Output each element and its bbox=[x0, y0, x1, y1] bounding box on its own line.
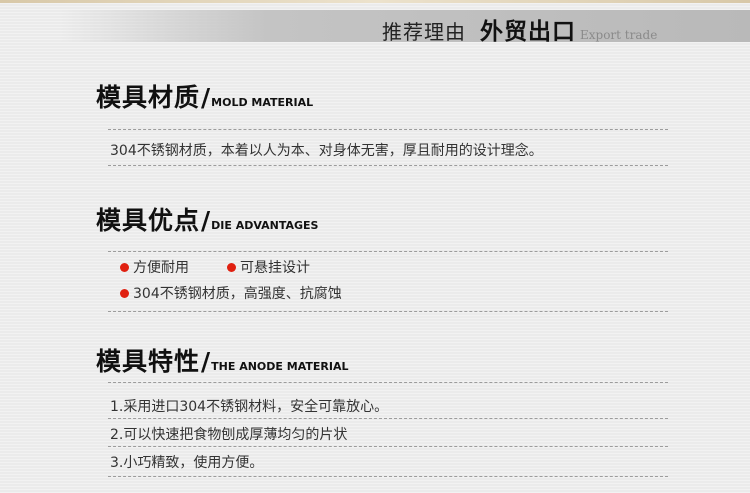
bullet-dot-icon bbox=[120, 288, 129, 298]
text-line: 3.小巧精致，使用方便。 bbox=[110, 455, 264, 471]
bullet-row: 304不锈钢材质，高强度、抗腐蚀 bbox=[120, 283, 342, 303]
section-title: 模具特性 bbox=[96, 347, 201, 376]
divider bbox=[108, 311, 668, 312]
header-banner: 推荐理由 外贸出口 Export trade bbox=[60, 10, 750, 45]
bullet-item: 可悬挂设计 bbox=[240, 260, 310, 276]
section-title: 模具优点 bbox=[96, 206, 201, 235]
divider bbox=[108, 446, 668, 447]
banner-subtitle: 推荐理由 bbox=[382, 20, 466, 44]
section-heading: 模具材质 / MOLD MATERIAL bbox=[96, 78, 668, 114]
section-title-en: THE ANODE MATERIAL bbox=[211, 360, 349, 373]
top-accent-line bbox=[0, 0, 750, 3]
text-line: 1.采用进口304不锈钢材料，安全可靠放心。 bbox=[110, 399, 389, 415]
text-line: 2.可以快速把食物刨成厚薄均匀的片状 bbox=[110, 427, 348, 443]
heading-slash: / bbox=[201, 347, 211, 376]
divider bbox=[108, 129, 668, 130]
divider bbox=[108, 476, 668, 477]
divider bbox=[108, 418, 668, 419]
banner-text-group: 推荐理由 外贸出口 Export trade bbox=[382, 12, 658, 45]
divider bbox=[108, 251, 668, 252]
bullet-item: 方便耐用 bbox=[133, 260, 189, 276]
bullet-dot-icon bbox=[120, 262, 129, 272]
bullet-row: 方便耐用 可悬挂设计 bbox=[120, 257, 310, 277]
section-title-en: DIE ADVANTAGES bbox=[211, 219, 319, 232]
section-die-advantages: 模具优点 / DIE ADVANTAGES bbox=[96, 201, 668, 237]
section-title: 模具材质 bbox=[96, 83, 201, 112]
bullet-dot-icon bbox=[227, 262, 236, 272]
heading-slash: / bbox=[201, 83, 211, 112]
divider bbox=[108, 382, 668, 383]
bullet-item: 304不锈钢材质，高强度、抗腐蚀 bbox=[133, 286, 342, 302]
banner-title: 外贸出口 bbox=[480, 18, 576, 45]
bullet-group: 可悬挂设计 bbox=[227, 257, 310, 277]
section-anode-material: 模具特性 / THE ANODE MATERIAL bbox=[96, 342, 668, 378]
section-mold-material: 模具材质 / MOLD MATERIAL bbox=[96, 78, 668, 114]
section-heading: 模具特性 / THE ANODE MATERIAL bbox=[96, 342, 668, 378]
text-line: 304不锈钢材质，本着以人为本、对身体无害，厚且耐用的设计理念。 bbox=[110, 143, 543, 159]
banner-title-en: Export trade bbox=[580, 28, 658, 42]
section-title-en: MOLD MATERIAL bbox=[211, 96, 314, 109]
divider bbox=[108, 165, 668, 166]
section-heading: 模具优点 / DIE ADVANTAGES bbox=[96, 201, 668, 237]
heading-slash: / bbox=[201, 206, 211, 235]
